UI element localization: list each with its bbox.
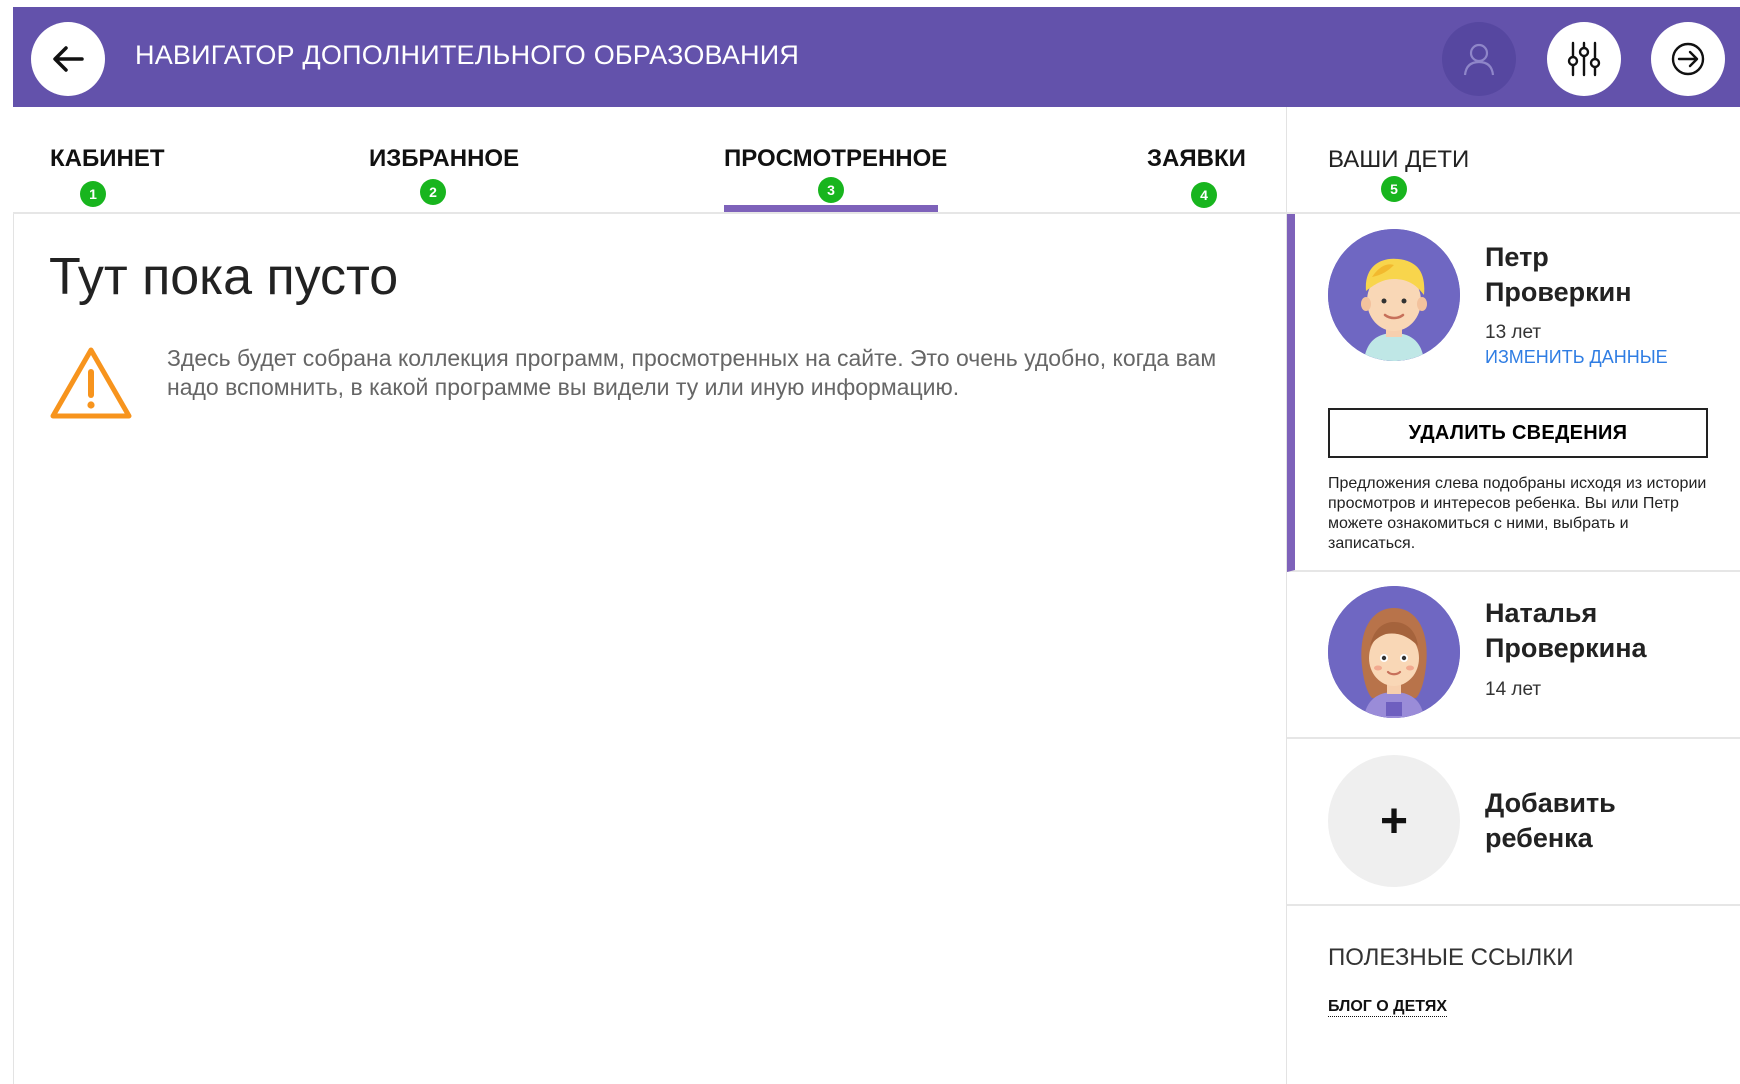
add-child-card[interactable]: + Добавить ребенка bbox=[1287, 739, 1740, 906]
tab-label: ИЗБРАННОЕ bbox=[369, 145, 520, 172]
boy-avatar bbox=[1328, 229, 1460, 361]
user-icon bbox=[1463, 43, 1495, 76]
blog-link[interactable]: БЛОГ О ДЕТЯХ bbox=[1328, 998, 1447, 1017]
empty-state-title: Тут пока пусто bbox=[49, 248, 399, 306]
tab-cabinet[interactable]: КАБИНЕТ 1 bbox=[50, 145, 165, 207]
useful-links-title: ПОЛЕЗНЫЕ ССЫЛКИ bbox=[1328, 944, 1574, 971]
back-button[interactable] bbox=[31, 22, 105, 96]
child-recommendation-note: Предложения слева подобраны исходя из ис… bbox=[1328, 475, 1707, 552]
child-last-name: Проверкин bbox=[1485, 277, 1632, 307]
app-header: НАВИГАТОР ДОПОЛНИТЕЛЬНОГО ОБРАЗОВАНИЯ bbox=[13, 7, 1740, 107]
filters-button[interactable] bbox=[1547, 22, 1621, 96]
sidebar-title: ВАШИ ДЕТИ bbox=[1328, 146, 1470, 173]
add-child-label-line: ребенка bbox=[1485, 823, 1593, 853]
child-last-name: Проверкина bbox=[1485, 633, 1647, 663]
girl-avatar bbox=[1328, 586, 1460, 718]
tab-badge: 2 bbox=[420, 179, 446, 205]
active-tab-indicator bbox=[724, 205, 938, 212]
tab-badge: 1 bbox=[80, 181, 106, 207]
child-first-name: Петр bbox=[1485, 242, 1549, 272]
sidebar-header: ВАШИ ДЕТИ 5 bbox=[1287, 107, 1740, 214]
tabs-bar: КАБИНЕТ 1 ИЗБРАННОЕ 2 ПРОСМОТРЕННОЕ 3 ЗА… bbox=[13, 107, 1286, 214]
child-age: 14 лет bbox=[1485, 679, 1542, 700]
add-child-label-line: Добавить bbox=[1485, 788, 1616, 818]
sidebar-badge: 5 bbox=[1381, 176, 1407, 202]
add-child-plus-icon[interactable]: + bbox=[1328, 755, 1460, 887]
tab-viewed[interactable]: ПРОСМОТРЕННОЕ 3 bbox=[724, 145, 948, 203]
child-card: Петр Проверкин 13 лет ИЗМЕНИТЬ ДАННЫЕ УД… bbox=[1287, 214, 1740, 572]
child-name: Наталья Проверкина bbox=[1485, 596, 1647, 666]
user-button[interactable] bbox=[1442, 22, 1516, 96]
tab-label: ЗАЯВКИ bbox=[1147, 145, 1246, 172]
arrow-left-icon bbox=[53, 46, 84, 72]
child-first-name: Наталья bbox=[1485, 598, 1598, 628]
tab-label: ПРОСМОТРЕННОЕ bbox=[724, 145, 948, 172]
girl-avatar-icon bbox=[1328, 586, 1460, 718]
tab-applications[interactable]: ЗАЯВКИ 4 bbox=[1147, 145, 1246, 208]
edit-child-link[interactable]: ИЗМЕНИТЬ ДАННЫЕ bbox=[1485, 347, 1668, 368]
content-left-border bbox=[13, 214, 14, 1084]
boy-avatar-icon bbox=[1328, 229, 1460, 361]
add-child-label[interactable]: Добавить ребенка bbox=[1485, 786, 1616, 856]
tab-badge: 3 bbox=[818, 177, 844, 203]
app-title: НАВИГАТОР ДОПОЛНИТЕЛЬНОГО ОБРАЗОВАНИЯ bbox=[135, 40, 800, 70]
warning-icon bbox=[50, 347, 132, 419]
tab-label: КАБИНЕТ bbox=[50, 145, 165, 172]
empty-state-message: Здесь будет собрана коллекция программ, … bbox=[167, 345, 1217, 400]
logout-button[interactable] bbox=[1651, 22, 1725, 96]
child-age: 13 лет bbox=[1485, 322, 1542, 343]
tab-favorites[interactable]: ИЗБРАННОЕ 2 bbox=[369, 145, 520, 205]
tab-badge: 4 bbox=[1191, 182, 1217, 208]
sliders-icon bbox=[1567, 41, 1601, 77]
logout-icon bbox=[1671, 42, 1705, 76]
child-name: Петр Проверкин bbox=[1485, 240, 1632, 310]
child-card[interactable]: Наталья Проверкина 14 лет bbox=[1287, 572, 1740, 739]
delete-child-button[interactable]: УДАЛИТЬ СВЕДЕНИЯ bbox=[1328, 408, 1708, 458]
